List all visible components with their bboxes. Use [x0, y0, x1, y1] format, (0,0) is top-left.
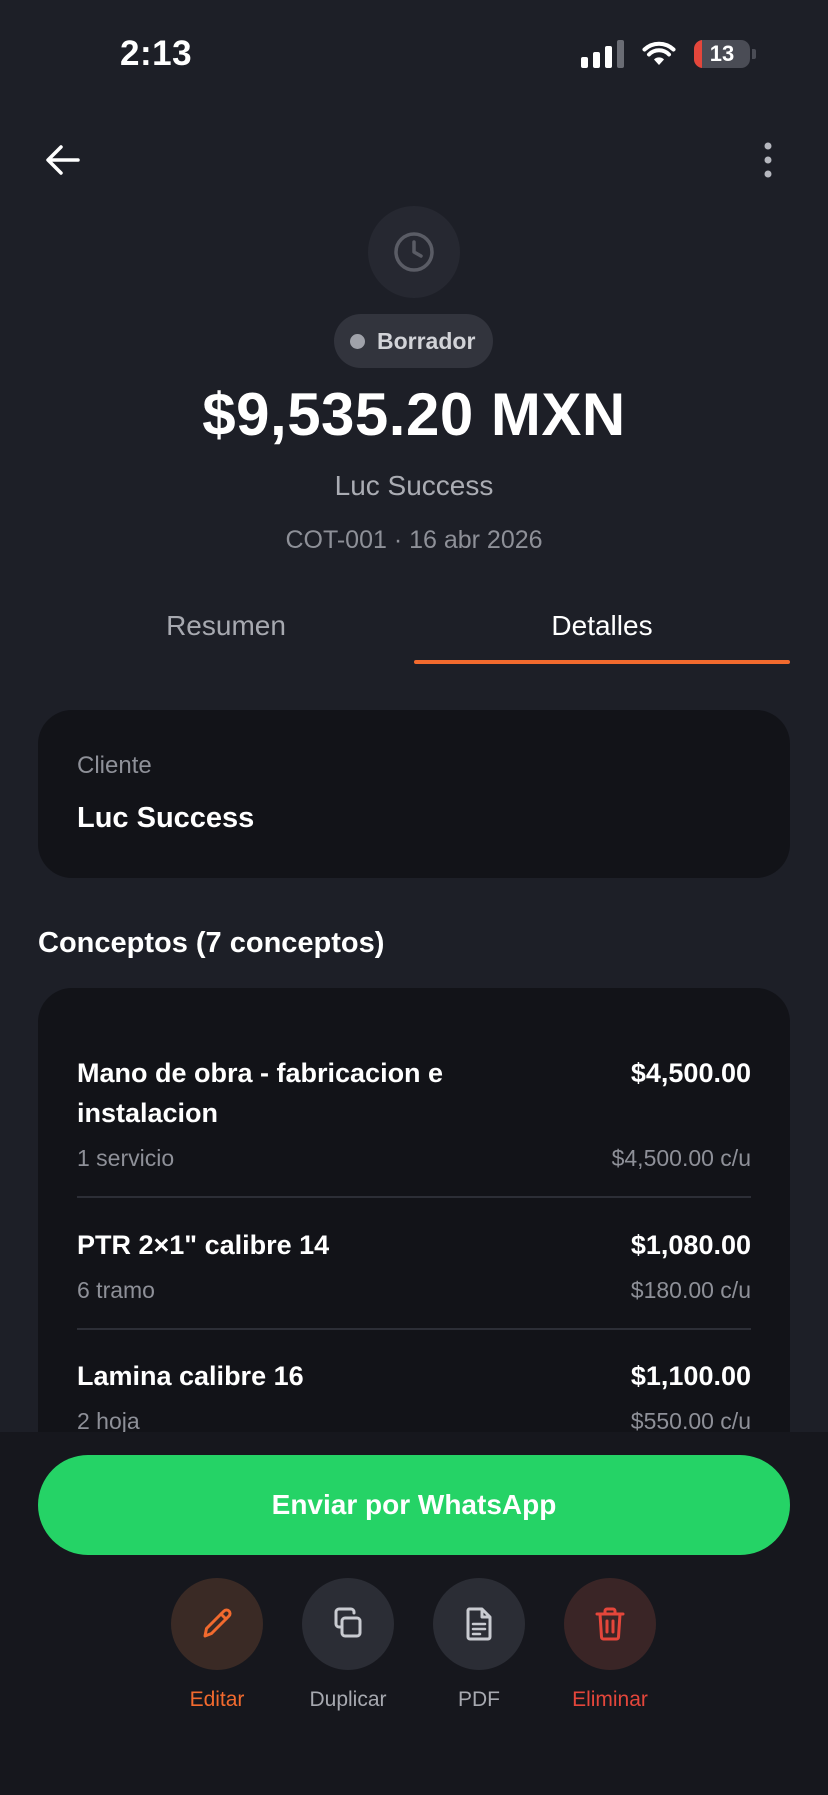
- copy-icon: [334, 1607, 362, 1638]
- pdf-button[interactable]: PDF: [414, 1578, 544, 1712]
- status-dot-icon: [350, 333, 365, 349]
- whatsapp-send-button[interactable]: Enviar por WhatsApp: [38, 1455, 790, 1555]
- tab-detalles[interactable]: Detalles: [414, 600, 790, 664]
- item-unit-price: $180.00 c/u: [630, 1277, 751, 1303]
- battery-level: 13: [709, 41, 735, 66]
- item-quantity: 1 servicio: [77, 1145, 175, 1171]
- status-time: 2:13: [120, 34, 193, 73]
- status-icon-circle: [368, 206, 460, 298]
- delete-button[interactable]: Eliminar: [545, 1578, 675, 1712]
- wifi-icon: [642, 41, 676, 65]
- divider: [77, 1328, 751, 1330]
- divider: [77, 1196, 751, 1198]
- list-item[interactable]: Lamina calibre 16 $1,100.00 2 hoja $550.…: [77, 1356, 751, 1436]
- list-item[interactable]: PTR 2×1" calibre 14 $1,080.00 6 tramo $1…: [77, 1225, 751, 1305]
- document-icon: [466, 1607, 492, 1641]
- battery-icon: 13: [694, 40, 756, 68]
- item-name: PTR 2×1" calibre 14: [77, 1230, 330, 1260]
- item-name: Mano de obra - fabricacion e instalacion: [77, 1058, 444, 1128]
- item-unit-price: $550.00 c/u: [630, 1408, 751, 1434]
- status-indicators: 13: [581, 40, 756, 68]
- concepts-title: Conceptos (7 conceptos): [38, 927, 385, 959]
- duplicate-button[interactable]: Duplicar: [283, 1578, 413, 1712]
- status-badge-label: Borrador: [377, 327, 476, 354]
- client-card-value: Luc Success: [77, 802, 255, 834]
- client-card[interactable]: Cliente Luc Success: [38, 710, 790, 878]
- item-unit-price: $4,500.00 c/u: [611, 1145, 751, 1171]
- trash-icon: [595, 1607, 625, 1641]
- item-total: $1,100.00: [630, 1361, 751, 1391]
- list-item[interactable]: Mano de obra - fabricacion e instalacion…: [77, 1053, 751, 1173]
- action-row: Editar Duplicar PDF Eliminar: [0, 1578, 828, 1718]
- top-nav: [0, 125, 828, 195]
- more-vertical-icon: [764, 142, 772, 178]
- status-badge: Borrador: [334, 314, 494, 368]
- item-total: $1,080.00: [630, 1230, 751, 1260]
- pdf-label: PDF: [458, 1688, 500, 1711]
- edit-button[interactable]: Editar: [152, 1578, 282, 1712]
- arrow-left-icon: [46, 145, 80, 175]
- quote-client-name: Luc Success: [334, 470, 494, 501]
- pencil-icon: [203, 1608, 232, 1638]
- duplicate-label: Duplicar: [309, 1688, 387, 1711]
- back-button[interactable]: [40, 137, 86, 183]
- clock-icon: [394, 232, 434, 272]
- concepts-list: Mano de obra - fabricacion e instalacion…: [38, 988, 790, 1448]
- tab-bar: Resumen Detalles: [38, 600, 790, 664]
- status-bar: 2:13 13: [0, 0, 828, 110]
- item-quantity: 6 tramo: [77, 1277, 155, 1303]
- quote-meta: COT-001 · 16 abr 2026: [285, 526, 543, 554]
- edit-label: Editar: [189, 1688, 245, 1711]
- item-quantity: 2 hoja: [77, 1408, 140, 1434]
- more-options-button[interactable]: [748, 137, 788, 183]
- item-total: $4,500.00: [630, 1058, 751, 1088]
- delete-label: Eliminar: [572, 1688, 648, 1711]
- client-card-label: Cliente: [77, 752, 152, 779]
- cellular-signal-icon: [581, 40, 624, 68]
- quote-amount: $9,535.20 MXN: [202, 381, 626, 448]
- tab-resumen[interactable]: Resumen: [38, 600, 414, 664]
- item-name: Lamina calibre 16: [77, 1361, 304, 1391]
